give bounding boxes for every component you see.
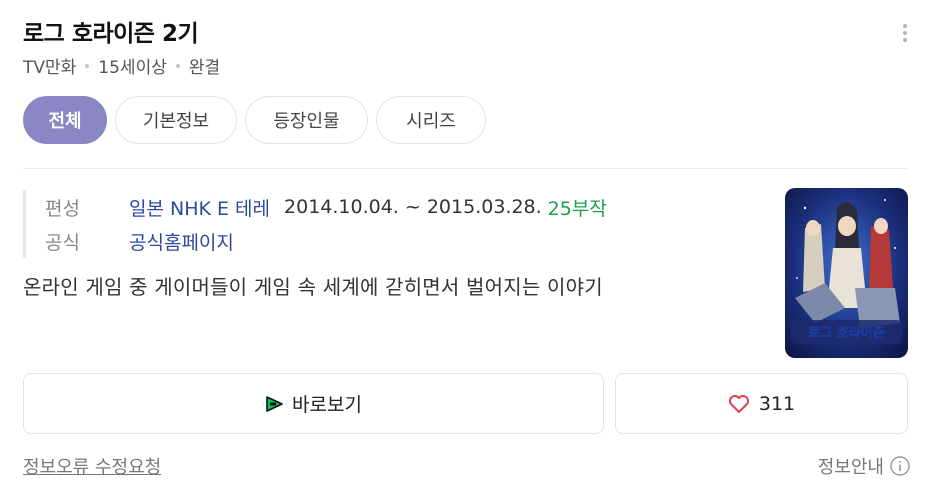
broadcast-period: 2014.10.04. ~ 2015.03.28. <box>284 196 542 218</box>
broadcaster-link[interactable]: 일본 NHK E 테레 <box>129 194 270 221</box>
info-guide-button[interactable]: 정보안내 <box>818 453 911 479</box>
broadcast-row: 편성 일본 NHK E 테레 2014.10.04. ~ 2015.03.28.… <box>45 190 607 224</box>
report-error-link[interactable]: 정보오류 수정요청 <box>23 453 161 479</box>
age-rating: 15세이상 <box>98 58 167 78</box>
watch-button[interactable]: 바로보기 <box>23 373 604 434</box>
watch-label: 바로보기 <box>292 394 362 416</box>
tab-basic-info[interactable]: 기본정보 <box>115 96 237 144</box>
tab-bar: 전체 기본정보 등장인물 시리즈 <box>23 96 494 144</box>
page-title: 로그 호라이즌 2기 <box>23 21 199 47</box>
status: 완결 <box>188 58 221 78</box>
official-homepage-link[interactable]: 공식홈페이지 <box>129 228 234 255</box>
genre: TV만화 <box>23 58 77 78</box>
info-icon <box>890 456 910 476</box>
broadcast-label: 편성 <box>45 197 80 220</box>
divider <box>23 168 908 169</box>
separator-dot <box>85 63 90 68</box>
heart-icon <box>728 394 749 413</box>
more-options-icon[interactable] <box>898 24 912 44</box>
tab-all[interactable]: 전체 <box>23 96 107 144</box>
like-count: 311 <box>758 392 796 415</box>
official-row: 공식 공식홈페이지 <box>45 224 607 258</box>
description: 온라인 게임 중 게이머들이 게임 속 세계에 갇히면서 벌어지는 이야기 <box>23 275 603 299</box>
meta-info: TV만화 15세이상 완결 <box>23 53 220 78</box>
official-label: 공식 <box>45 231 80 254</box>
info-block: 편성 일본 NHK E 테레 2014.10.04. ~ 2015.03.28.… <box>23 190 607 258</box>
info-guide-label: 정보안내 <box>817 457 884 478</box>
like-button[interactable]: 311 <box>615 373 908 434</box>
play-icon <box>266 395 283 412</box>
episode-count: 25부작 <box>547 197 607 220</box>
tab-series[interactable]: 시리즈 <box>376 96 486 144</box>
poster-logo: 로그 호라이즌 <box>808 325 884 341</box>
poster-image[interactable]: 로그 호라이즌 <box>785 188 908 358</box>
separator-dot <box>175 63 180 68</box>
tab-characters[interactable]: 등장인물 <box>245 96 368 144</box>
